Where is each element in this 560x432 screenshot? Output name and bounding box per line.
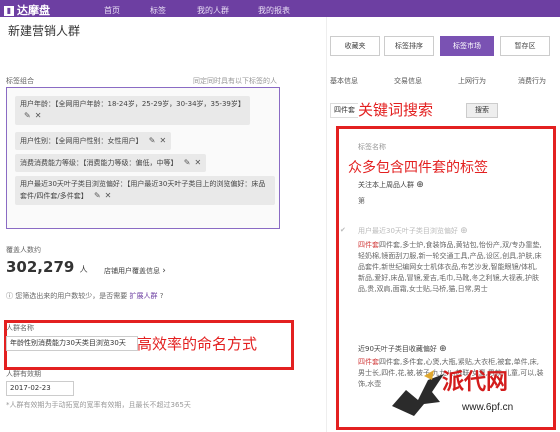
- tag-chip-label: 用户年龄：【全网用户年龄：18-24岁，25-29岁，30-34岁，35-39岁…: [20, 100, 245, 108]
- expand-crowd-link[interactable]: 扩展人群: [129, 292, 157, 300]
- tab-tag-sort[interactable]: 标签排序: [384, 36, 434, 56]
- tags-label: 标签组合: [6, 77, 34, 85]
- edit-icon[interactable]: ✎: [184, 158, 191, 167]
- tab-tag-market[interactable]: 标签市场: [440, 36, 494, 56]
- check-icon: ✔: [340, 226, 346, 234]
- search-button[interactable]: 搜索: [466, 103, 498, 118]
- add-circle-icon[interactable]: ⊕: [439, 344, 447, 354]
- tab-favorites[interactable]: 收藏夹: [330, 36, 380, 56]
- name-label: 人群名称: [6, 324, 34, 332]
- close-icon[interactable]: ✕: [194, 158, 201, 167]
- tag-chip-browse-preference[interactable]: 用户最近30天叶子类目浏览偏好：【用户最近30天叶子类目上的浏览偏好：床品套件/…: [15, 176, 275, 205]
- logo-text: 达摩盘: [17, 4, 50, 17]
- watermark-brand: 派代网: [442, 369, 509, 395]
- crowd-name-input[interactable]: 年龄性别消费能力30天类目浏览30天: [6, 336, 138, 351]
- estimate-unit: 人: [79, 265, 88, 274]
- close-icon[interactable]: ✕: [35, 111, 42, 120]
- watermark: 派代网 www.6pf.cn: [388, 362, 558, 430]
- store-coverage-text: 店铺用户覆盖信息: [104, 267, 160, 275]
- tag-item-title: 关注本上周品人群: [358, 181, 414, 189]
- estimate-label: 覆盖人数约: [6, 246, 41, 254]
- naming-annotation: 高效率的命名方式: [137, 335, 258, 353]
- add-circle-icon[interactable]: ⊕: [416, 180, 424, 190]
- tag-item-sub: 第: [358, 197, 365, 205]
- watermark-url: www.6pf.cn: [462, 402, 514, 413]
- store-coverage-link[interactable]: 店铺用户覆盖信息 ›: [104, 266, 166, 276]
- close-icon[interactable]: ✕: [105, 191, 112, 200]
- nav-my-reports[interactable]: 我的报表: [258, 5, 290, 16]
- edit-icon[interactable]: ✎: [149, 136, 156, 145]
- chevron-right-icon: ›: [162, 266, 166, 276]
- top-nav: ▮ 达摩盘 首页 标签 我的人群 我的报表: [0, 0, 560, 17]
- validity-hint: *人群有效期为手动拓宽的宽率有效期，且最长不超过365天: [6, 401, 191, 409]
- subtab-basic[interactable]: 基本信息: [330, 76, 358, 86]
- tag-chip-label: 用户最近30天叶子类目浏览偏好：【用户最近30天叶子类目上的浏览偏好：床品套件/…: [20, 180, 266, 200]
- keyword-highlight: 四件套: [358, 358, 379, 366]
- info-icon: ⓘ: [6, 292, 13, 300]
- tag-combination-box: 用户年龄：【全网用户年龄：18-24岁，25-29岁，30-34岁，35-39岁…: [6, 87, 280, 229]
- tag-item-favorites[interactable]: 近90天叶子类目收藏偏好 ⊕: [358, 344, 447, 354]
- estimate-value: 302,279 人: [6, 258, 88, 276]
- subtab-consumption[interactable]: 消费行为: [518, 76, 546, 86]
- tag-chip-label: 消费消费能力等级：【消费能力等级：偏低，中等】: [20, 159, 178, 167]
- subtab-transactions[interactable]: 交易信息: [394, 76, 422, 86]
- validity-label: 人群有效期: [6, 370, 41, 378]
- tag-item-title: 用户最近30天叶子类目浏览偏好: [358, 227, 458, 235]
- nav-home[interactable]: 首页: [104, 5, 120, 16]
- estimate-number: 302,279: [6, 258, 75, 276]
- search-annotation: 关键词搜索: [358, 99, 434, 120]
- tag-chip-label: 用户性别：【全网用户性别：女性用户】: [20, 137, 143, 145]
- keyword-highlight: 四件套: [358, 241, 379, 249]
- tab-staging[interactable]: 暂存区: [500, 36, 550, 56]
- close-icon[interactable]: ✕: [159, 136, 166, 145]
- logo[interactable]: ▮ 达摩盘: [4, 2, 50, 18]
- tag-chip-age[interactable]: 用户年龄：【全网用户年龄：18-24岁，25-29岁，30-34岁，35-39岁…: [15, 96, 250, 125]
- tags-hint: 同定同时具有以下标签的人: [193, 77, 277, 85]
- help-icon[interactable]: ?: [160, 292, 164, 300]
- tag-item-follow[interactable]: 关注本上周品人群 ⊕: [358, 180, 424, 190]
- tag-values-text: 四件套,多士炉,食装饰品,黄钻包,怡份产,双/专办靠垫,轻奶棉,镜面刮刀服,新一…: [358, 241, 542, 293]
- nav-my-crowds[interactable]: 我的人群: [197, 5, 229, 16]
- subtab-online[interactable]: 上网行为: [458, 76, 486, 86]
- tag-item-browse-values: 四件套四件套,多士炉,食装饰品,黄钻包,怡份产,双/专办靠垫,轻奶棉,镜面刮刀服…: [358, 240, 544, 316]
- validity-date-input[interactable]: 2017-02-23: [6, 381, 74, 396]
- logo-icon: ▮: [4, 6, 14, 16]
- watermark-logo-icon: [392, 370, 444, 416]
- edit-icon[interactable]: ✎: [94, 191, 101, 200]
- warning-text: 您筛选出来的用户数较少，是否需要: [15, 292, 128, 300]
- edit-icon[interactable]: ✎: [24, 111, 31, 120]
- tag-item-browse[interactable]: 用户最近30天叶子类目浏览偏好 ⊕: [358, 226, 468, 236]
- tag-item-title: 近90天叶子类目收藏偏好: [358, 345, 437, 353]
- nav-tags[interactable]: 标签: [150, 5, 166, 16]
- tags-annotation: 众多包含四件套的标签: [348, 160, 488, 176]
- add-circle-icon[interactable]: ⊕: [460, 226, 468, 236]
- page-title: 新建营销人群: [8, 24, 81, 38]
- tag-chip-gender[interactable]: 用户性别：【全网用户性别：女性用户】 ✎ ✕: [15, 132, 172, 150]
- section-label: 标签名称: [358, 143, 386, 151]
- warning-line: ⓘ 您筛选出来的用户数较少，是否需要 扩展人群 ?: [6, 291, 163, 301]
- tag-chip-consumption[interactable]: 消费消费能力等级：【消费能力等级：偏低，中等】 ✎ ✕: [15, 154, 207, 172]
